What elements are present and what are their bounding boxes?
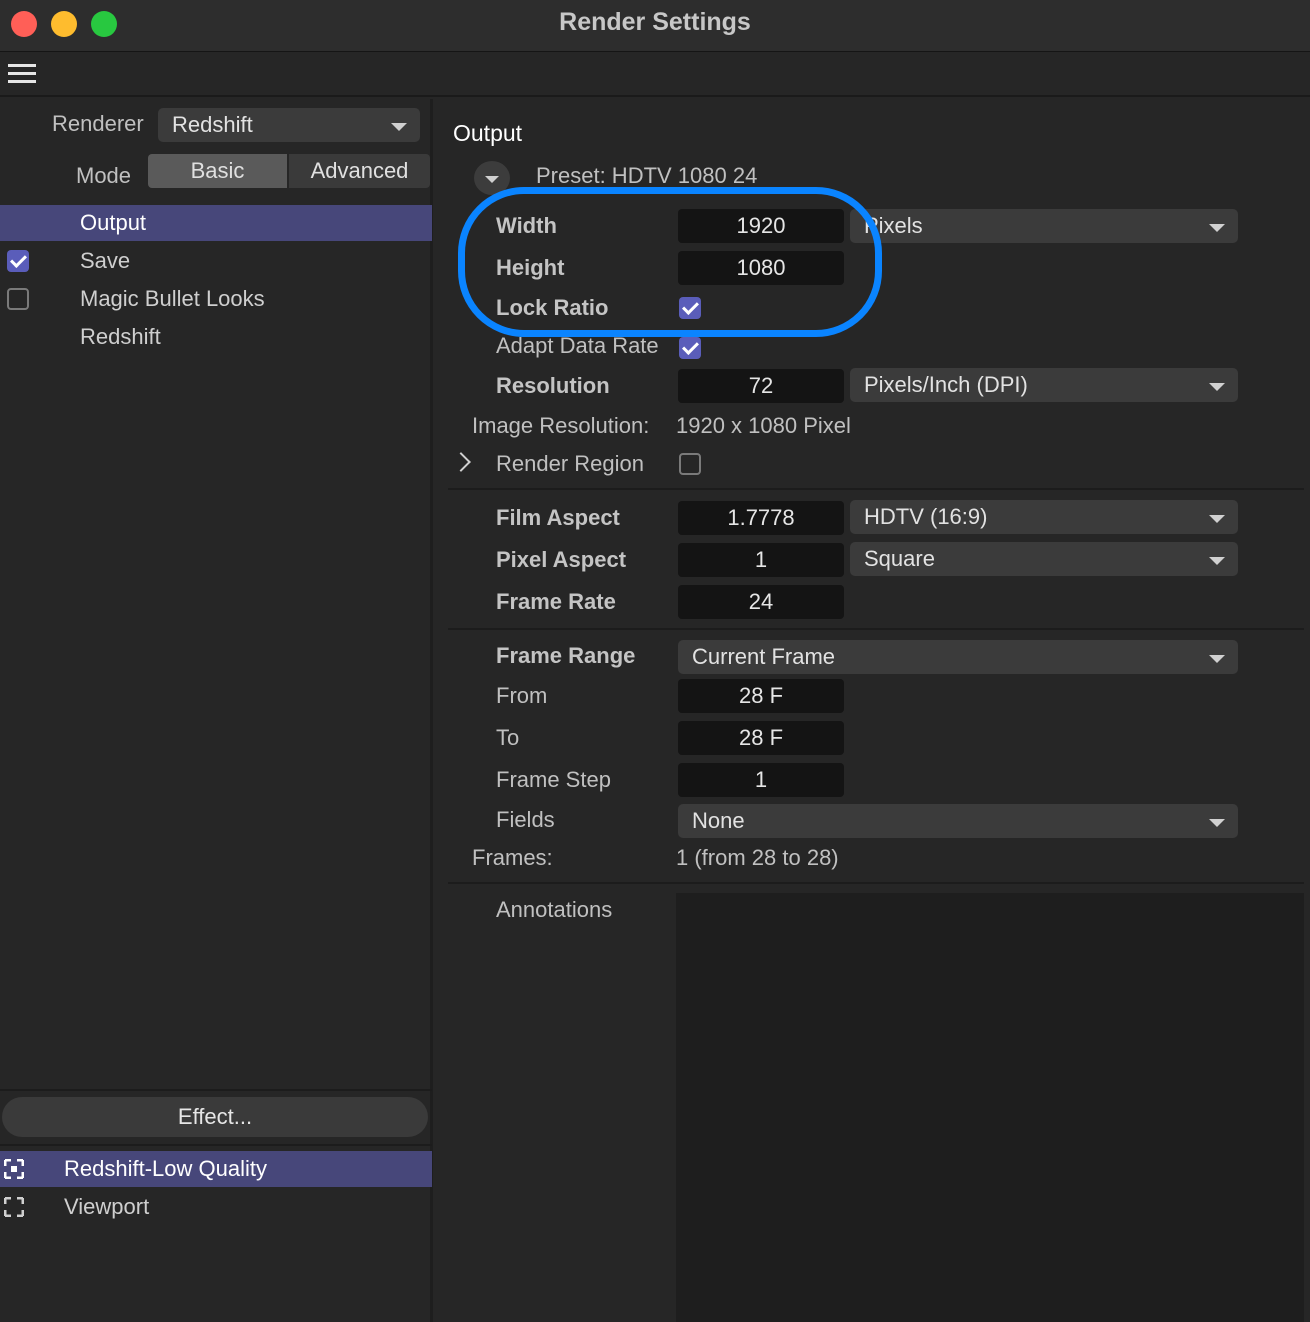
height-field[interactable]: 1080 (678, 251, 844, 285)
divider (448, 488, 1304, 490)
frames-value: 1 (from 28 to 28) (676, 845, 839, 870)
to-field[interactable]: 28 F (678, 721, 844, 755)
frames-label: Frames: (472, 845, 553, 870)
width-field[interactable]: 1920 (678, 209, 844, 243)
resolution-units-value: Pixels/Inch (DPI) (864, 372, 1028, 397)
divider (448, 628, 1304, 630)
resolution-label: Resolution (496, 373, 610, 398)
frame-range-label: Frame Range (496, 643, 636, 668)
save-enable-checkbox[interactable] (7, 250, 29, 272)
from-field[interactable]: 28 F (678, 679, 844, 713)
fields-label: Fields (496, 807, 555, 832)
film-aspect-label: Film Aspect (496, 505, 620, 530)
fields-dropdown[interactable]: None (678, 804, 1238, 838)
image-resolution-label: Image Resolution: (472, 413, 650, 438)
render-region-label: Render Region (496, 451, 644, 476)
pixel-aspect-preset: Square (864, 546, 935, 571)
renderer-label: Renderer (52, 111, 144, 136)
render-setting-item-viewport[interactable]: Viewport (0, 1189, 432, 1225)
mode-basic-button[interactable]: Basic (148, 154, 287, 188)
chevron-right-icon[interactable] (451, 452, 471, 472)
lock-ratio-checkbox[interactable] (679, 297, 701, 319)
hamburger-menu-icon[interactable] (8, 64, 36, 86)
sidebar-item-label: Redshift (80, 324, 161, 349)
magic-bullet-looks-enable-checkbox[interactable] (7, 288, 29, 310)
frame-range-dropdown[interactable]: Current Frame (678, 640, 1238, 674)
annotations-textarea[interactable] (676, 893, 1304, 1322)
pixel-aspect-dropdown[interactable]: Square (850, 542, 1238, 576)
chevron-down-icon (1209, 224, 1225, 232)
renderer-dropdown[interactable]: Redshift (158, 108, 420, 142)
resolution-field[interactable]: 72 (678, 369, 844, 403)
chevron-down-icon (1209, 557, 1225, 565)
from-label: From (496, 683, 548, 708)
sidebar-item-redshift[interactable]: Redshift (0, 319, 432, 355)
preset-label: Preset: HDTV 1080 24 (536, 163, 758, 188)
effect-button[interactable]: Effect... (2, 1097, 428, 1137)
units-value: Pixels (864, 213, 923, 238)
chevron-down-icon (1209, 383, 1225, 391)
menu-bar (0, 53, 1310, 97)
output-panel: Output Preset: HDTV 1080 24 Width 1920 P… (436, 99, 1310, 1322)
frame-rate-label: Frame Rate (496, 589, 616, 614)
render-setting-label: Viewport (64, 1194, 150, 1219)
divider (448, 882, 1304, 884)
resolution-units-dropdown[interactable]: Pixels/Inch (DPI) (850, 368, 1238, 402)
adapt-data-rate-checkbox[interactable] (679, 337, 701, 359)
lock-ratio-label: Lock Ratio (496, 295, 609, 320)
image-resolution-value: 1920 x 1080 Pixel (676, 413, 851, 438)
pixel-aspect-label: Pixel Aspect (496, 547, 627, 572)
render-setting-item-redshift-low-quality[interactable]: Redshift-Low Quality (0, 1151, 432, 1187)
sidebar-item-save[interactable]: Save (0, 243, 432, 279)
divider (0, 1089, 432, 1091)
sidebar-item-label: Magic Bullet Looks (80, 286, 265, 311)
render-setting-icon (4, 1197, 24, 1217)
film-aspect-preset: HDTV (16:9) (864, 504, 988, 529)
renderer-value: Redshift (172, 112, 253, 137)
pixel-aspect-field[interactable]: 1 (678, 543, 844, 577)
width-label: Width (496, 213, 557, 238)
sidebar-item-output[interactable]: Output (0, 205, 432, 241)
mode-advanced-button[interactable]: Advanced (289, 154, 430, 188)
frame-step-field[interactable]: 1 (678, 763, 844, 797)
title-bar: Render Settings (0, 0, 1310, 52)
render-setting-active-icon (4, 1159, 24, 1179)
sidebar-item-label: Output (80, 210, 147, 235)
chevron-down-icon (1209, 655, 1225, 663)
preset-menu-icon[interactable] (474, 161, 510, 195)
chevron-down-icon (1209, 515, 1225, 523)
fields-value: None (692, 808, 745, 833)
film-aspect-field[interactable]: 1.7778 (678, 501, 844, 535)
divider (0, 1144, 432, 1146)
sidebar-item-label: Save (80, 248, 131, 273)
panel-heading: Output (453, 120, 523, 146)
to-label: To (496, 725, 520, 750)
units-dropdown[interactable]: Pixels (850, 209, 1238, 243)
render-region-checkbox[interactable] (679, 453, 701, 475)
sidebar: Renderer Redshift Mode Basic Advanced Ou… (0, 99, 433, 1322)
sidebar-item-magic-bullet-looks[interactable]: Magic Bullet Looks (0, 281, 432, 317)
adapt-data-rate-label: Adapt Data Rate (496, 333, 659, 358)
chevron-down-icon (391, 123, 407, 131)
window-title: Render Settings (559, 8, 751, 36)
render-setting-label: Redshift-Low Quality (64, 1156, 267, 1181)
frame-step-label: Frame Step (496, 767, 611, 792)
height-label: Height (496, 255, 565, 280)
frame-range-value: Current Frame (692, 644, 836, 669)
mode-label: Mode (76, 163, 132, 188)
annotations-label: Annotations (496, 897, 613, 922)
chevron-down-icon (1209, 819, 1225, 827)
frame-rate-field[interactable]: 24 (678, 585, 844, 619)
film-aspect-dropdown[interactable]: HDTV (16:9) (850, 500, 1238, 534)
